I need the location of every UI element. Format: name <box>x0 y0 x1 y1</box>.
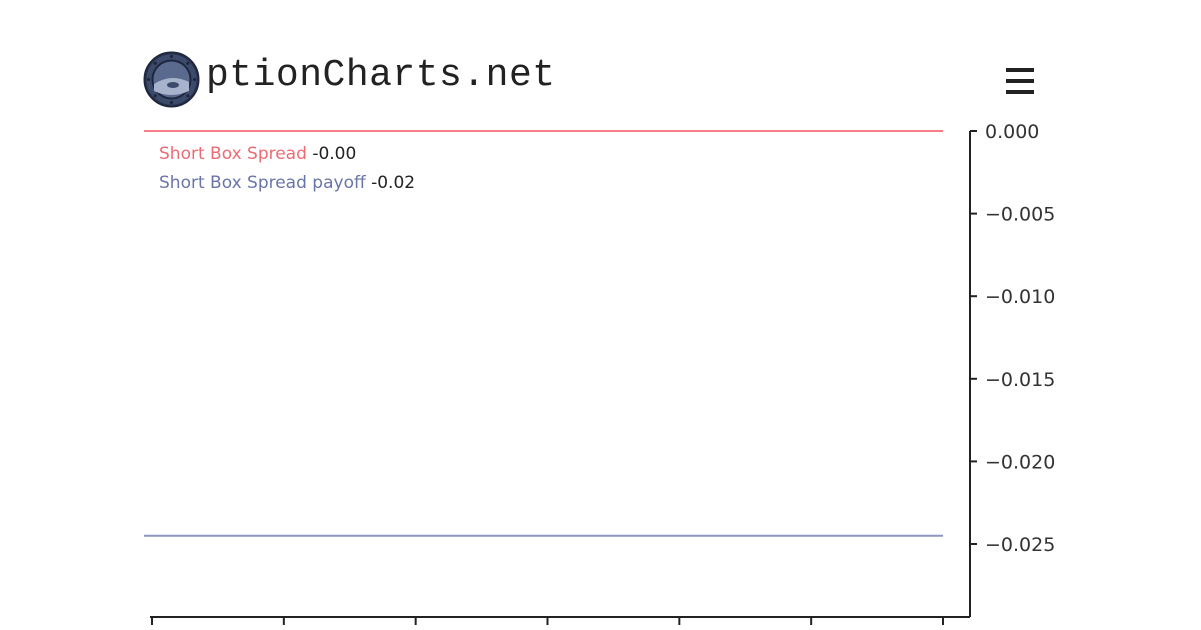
legend-item-short-box-spread: Short Box Spread -0.00 <box>159 140 415 169</box>
payoff-chart: 0.000 −0.005 −0.010 −0.015 −0.020 −0.025 <box>144 121 1055 625</box>
y-tick-label: −0.005 <box>985 204 1055 226</box>
legend-series-name: Short Box Spread payoff <box>159 173 366 193</box>
legend-item-short-box-spread-payoff: Short Box Spread payoff -0.02 <box>159 169 415 198</box>
legend-series-value: -0.02 <box>371 173 416 193</box>
y-tick-label: 0.000 <box>985 121 1039 143</box>
legend-series-name: Short Box Spread <box>159 144 307 164</box>
y-tick-label: −0.015 <box>985 369 1055 391</box>
y-tick-label: −0.025 <box>985 534 1055 556</box>
y-tick-label: −0.020 <box>985 451 1055 473</box>
y-tick-label: −0.010 <box>985 286 1055 308</box>
legend-series-value: -0.00 <box>312 144 357 164</box>
chart-legend: Short Box Spread -0.00 Short Box Spread … <box>159 140 415 198</box>
